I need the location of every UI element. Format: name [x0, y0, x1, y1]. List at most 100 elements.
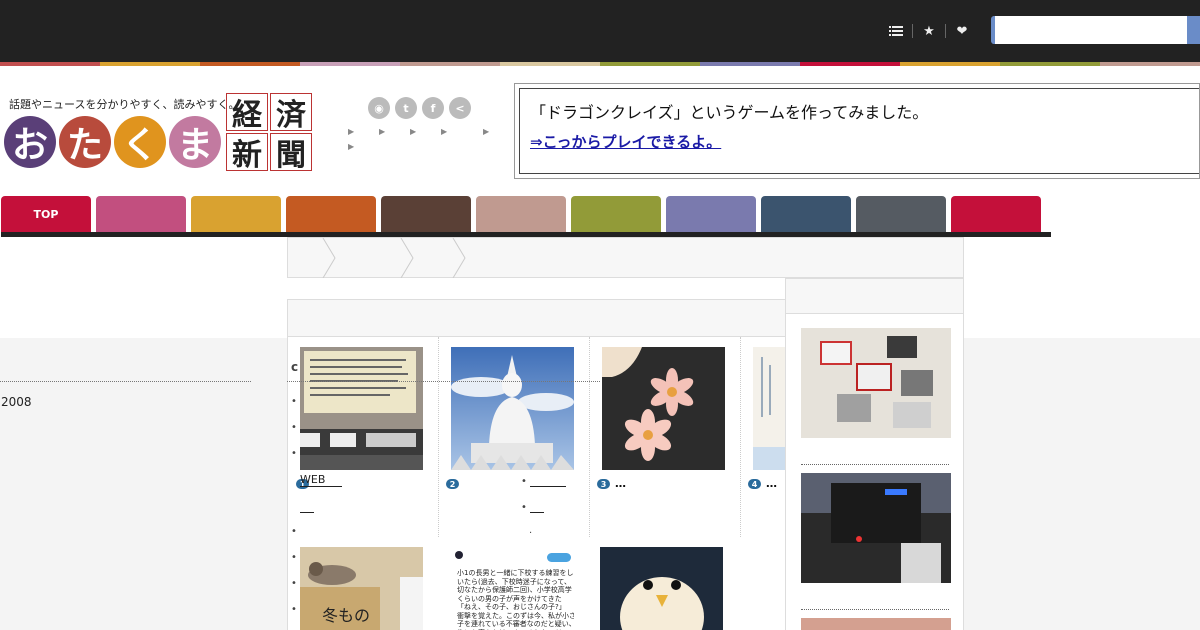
arrow-icon[interactable]: ▶: [348, 127, 354, 136]
follow-button: [547, 553, 571, 562]
list-bullet: •: [291, 448, 297, 459]
banner-play-link[interactable]: ⇒こっからプレイできるよ。: [530, 131, 721, 152]
social-links: ◉ t f <: [368, 97, 471, 119]
sidebar-header: [785, 278, 964, 314]
banner-text: 「ドラゴンクレイズ」というゲームを作ってみました。: [530, 103, 929, 122]
tweet-line: 小1の長男と一緒に下校する練習をしい: [457, 569, 574, 577]
logo-circle: お: [4, 116, 56, 168]
search-button[interactable]: [1187, 16, 1200, 44]
archive-year[interactable]: 2008: [1, 395, 32, 409]
tweet-text: 小1の長男と一緒に下校する練習をしい いたら(過去、下校時迷子になって、 切なたから…: [457, 569, 574, 630]
site-logo-kanji[interactable]: 経済新聞: [226, 93, 312, 173]
column-divider: [740, 337, 741, 537]
logo-circle: く: [114, 116, 166, 168]
section-initial: c: [291, 360, 299, 374]
article-thumbnail[interactable]: [300, 347, 423, 470]
tweet-line: 「ねえ、その子、おじさんの子?」: [457, 603, 566, 611]
arrow-icon[interactable]: ▶: [441, 127, 447, 136]
breadcrumb-chevron-icon: [452, 238, 466, 278]
logo-circle: た: [59, 116, 111, 168]
rank-badge: 4: [748, 479, 761, 489]
article-caption[interactable]: …: [615, 477, 626, 490]
logo-kanji-char: 経: [226, 93, 268, 133]
sidebar-thumbnail[interactable]: [801, 473, 951, 583]
list-bullet: •: [291, 604, 297, 615]
category-nav: TOP: [1, 196, 1041, 232]
nav-tab[interactable]: [191, 196, 281, 232]
nav-tab[interactable]: [856, 196, 946, 232]
list-divider: [287, 381, 600, 382]
hatena-icon[interactable]: <: [449, 97, 471, 119]
tweet-line: 子を連れている不審者なのだと疑い、: [457, 620, 574, 628]
site-tagline: 話題やニュースを分かりやすく、読みやすく。: [9, 98, 240, 111]
article-thumbnail[interactable]: [753, 347, 785, 470]
column-divider: [438, 337, 439, 537]
facebook-icon[interactable]: f: [422, 97, 444, 119]
list-bullet: ·: [529, 528, 533, 539]
article-thumbnail[interactable]: 冬もの: [300, 547, 423, 630]
left-divider: [0, 381, 251, 382]
nav-tab[interactable]: [761, 196, 851, 232]
svg-text:冬もの: 冬もの: [322, 606, 370, 625]
tweet-thumbnail[interactable]: 小1の長男と一緒に下校する練習をしい いたら(過去、下校時迷子になって、 切なたから…: [451, 547, 574, 630]
rank-badge: 2: [446, 479, 459, 489]
game-banner: 「ドラゴンクレイズ」というゲームを作ってみました。 ⇒こっからプレイできるよ。: [514, 83, 1200, 179]
nav-tab[interactable]: [571, 196, 661, 232]
nav-tab[interactable]: [286, 196, 376, 232]
top-icons: ★ ❤: [886, 20, 972, 42]
list-bullet: •: [291, 526, 297, 537]
sidebar-divider: [801, 609, 949, 610]
tweet-line: いたら(過去、下校時迷子になって、: [457, 577, 572, 586]
nav-tab[interactable]: [476, 196, 566, 232]
rss-icon[interactable]: ◉: [368, 97, 390, 119]
nav-tab[interactable]: [381, 196, 471, 232]
logo-kanji-char: 新: [226, 133, 268, 173]
avatar: [455, 551, 463, 559]
arrow-icon[interactable]: ▶: [379, 127, 385, 136]
logo-kanji-char: 聞: [270, 133, 312, 173]
breadcrumb-chevron-icon: [400, 238, 414, 278]
arrow-icon[interactable]: ▶: [410, 127, 416, 136]
twitter-icon[interactable]: t: [395, 97, 417, 119]
site-logo[interactable]: おたくま: [4, 116, 221, 168]
underline: [530, 512, 544, 513]
article-caption[interactable]: WEB: [300, 473, 325, 486]
tweet-line: くらいの男の子が声をかけてきた: [457, 594, 562, 603]
sidebar-divider: [801, 464, 949, 465]
sidebar-thumbnail[interactable]: [801, 328, 951, 438]
article-thumbnail[interactable]: [602, 347, 725, 470]
breadcrumb-chevron-icon: [322, 238, 336, 278]
underline: [530, 486, 566, 487]
list-bullet: •: [521, 476, 527, 487]
underline: [300, 512, 314, 513]
arrow-icon[interactable]: ▶: [483, 127, 489, 136]
sidebar-thumbnail[interactable]: [801, 618, 951, 630]
article-thumbnail[interactable]: [451, 347, 574, 470]
heart-icon[interactable]: ❤: [952, 21, 972, 41]
logo-circle: ま: [169, 116, 221, 168]
nav-tab[interactable]: [666, 196, 756, 232]
search-input[interactable]: [991, 16, 1187, 44]
list-bullet: •: [291, 422, 297, 433]
article-caption[interactable]: …: [766, 477, 777, 490]
article-thumbnail[interactable]: [600, 547, 723, 630]
list-bullet: •: [291, 552, 297, 563]
nav-tab[interactable]: [951, 196, 1041, 232]
tweet-line: 切なたから保護師二回)、小学校高学: [457, 586, 572, 594]
column-divider: [589, 337, 590, 537]
banner-frame: 「ドラゴンクレイズ」というゲームを作ってみました。 ⇒こっからプレイできるよ。: [519, 88, 1199, 174]
logo-kanji-char: 済: [270, 93, 312, 133]
ranking-header: [287, 299, 786, 337]
arrow-icon[interactable]: ▶: [348, 142, 354, 151]
underline: [300, 486, 342, 487]
breadcrumb: [287, 237, 964, 278]
list-icon[interactable]: [886, 21, 906, 41]
star-icon[interactable]: ★: [919, 21, 939, 41]
divider: [912, 24, 913, 38]
list-bullet: •: [521, 502, 527, 513]
nav-tab-top[interactable]: TOP: [1, 196, 91, 232]
nav-tab[interactable]: [96, 196, 186, 232]
rank-badge: 3: [597, 479, 610, 489]
list-bullet: •: [291, 578, 297, 589]
tweet-line: 衝撃を覚えた。このずは今、私が小さい: [457, 611, 574, 620]
